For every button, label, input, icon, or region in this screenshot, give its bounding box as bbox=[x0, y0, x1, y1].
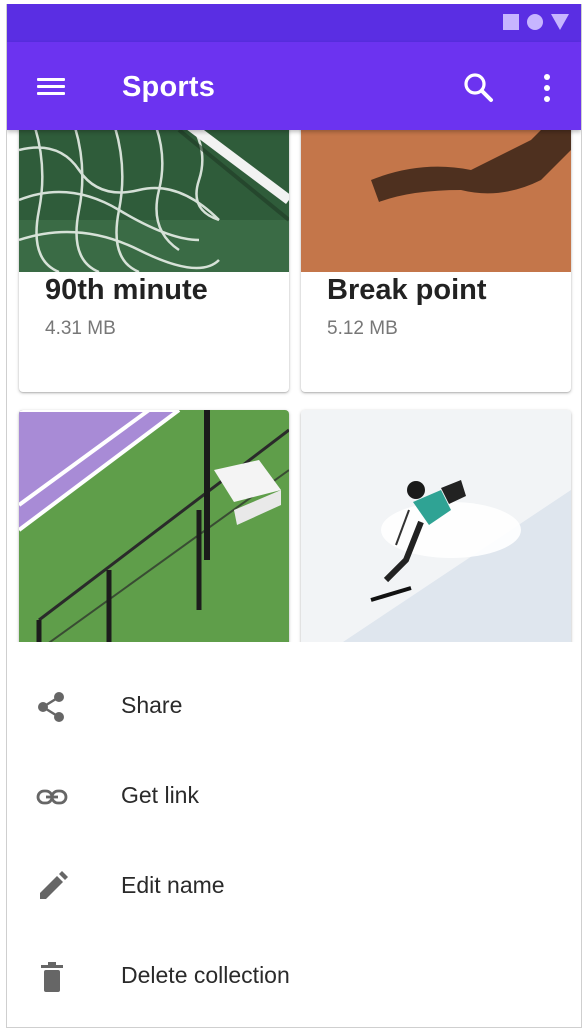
app-bar: Sports bbox=[7, 42, 581, 130]
status-icons bbox=[503, 14, 569, 30]
share-icon bbox=[38, 692, 64, 722]
menu-icon-bar-2 bbox=[37, 85, 65, 88]
collection-card-90th-minute[interactable]: 90th minute 4.31 MB bbox=[19, 110, 289, 392]
soccer-goal-net-photo bbox=[19, 110, 289, 272]
search-button[interactable] bbox=[459, 68, 499, 108]
menu-item-label: Edit name bbox=[121, 872, 225, 898]
clay-court-shadow-photo bbox=[301, 110, 571, 272]
delete-collection-menu-item[interactable]: Delete collection bbox=[7, 930, 581, 1020]
more-vert-icon bbox=[544, 74, 550, 80]
card-size: 5.12 MB bbox=[327, 318, 398, 339]
more-options-button[interactable] bbox=[529, 68, 565, 108]
trash-icon bbox=[41, 962, 63, 992]
menu-item-label: Share bbox=[121, 692, 183, 718]
phone-frame: Sports 90th minute 4.31 MB Break point 5… bbox=[6, 4, 582, 1028]
pencil-icon bbox=[40, 871, 68, 899]
get-link-menu-item[interactable]: Get link bbox=[7, 750, 581, 840]
menu-icon bbox=[37, 78, 65, 81]
link-icon bbox=[36, 789, 68, 805]
bottom-sheet: Share Get link Edit name Delete collecti… bbox=[7, 642, 581, 1027]
search-icon bbox=[464, 73, 493, 102]
edit-name-menu-item[interactable]: Edit name bbox=[7, 840, 581, 930]
more-vert-dot-2 bbox=[544, 85, 550, 91]
card-title: 90th minute bbox=[45, 274, 208, 306]
share-menu-item[interactable]: Share bbox=[7, 660, 581, 750]
collection-card-break-point[interactable]: Break point 5.12 MB bbox=[301, 110, 571, 392]
square-icon bbox=[503, 14, 519, 30]
card-title: Break point bbox=[327, 274, 487, 306]
circle-icon bbox=[527, 14, 543, 30]
menu-icon-bar-3 bbox=[37, 92, 65, 95]
page-title: Sports bbox=[122, 71, 216, 103]
menu-item-label: Get link bbox=[121, 782, 199, 808]
card-size: 4.31 MB bbox=[45, 318, 116, 339]
triangle-icon bbox=[551, 14, 569, 30]
status-bar bbox=[7, 4, 581, 42]
menu-button[interactable] bbox=[25, 68, 75, 104]
more-vert-dot-3 bbox=[544, 96, 550, 102]
menu-item-label: Delete collection bbox=[121, 962, 290, 988]
